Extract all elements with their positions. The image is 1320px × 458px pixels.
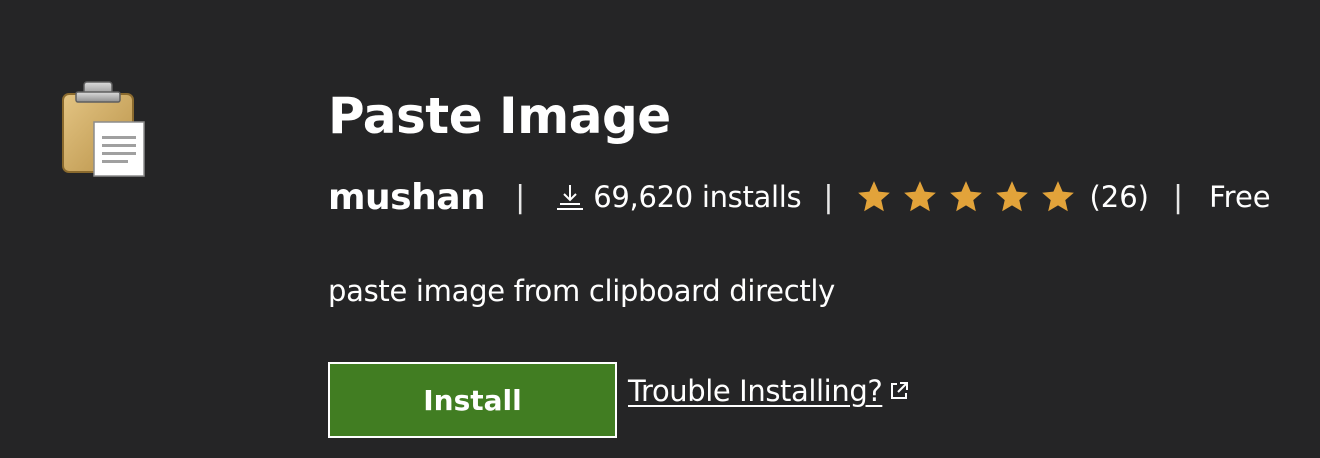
trouble-installing-label[interactable]: Trouble Installing? (628, 374, 883, 408)
trouble-installing-link[interactable]: Trouble Installing? (628, 374, 910, 408)
rating-stars[interactable]: (26) (855, 178, 1149, 216)
star-icon (950, 181, 983, 212)
install-count: 69,620 installs (553, 180, 802, 214)
extension-meta: mushan | 69,620 installs | (26) | Free (328, 172, 1271, 222)
rating-count: (26) (1089, 180, 1149, 214)
star-icon (1042, 181, 1075, 212)
extension-title: Paste Image (328, 87, 671, 145)
separator: | (823, 179, 834, 215)
star-icon (904, 181, 937, 212)
clipboard-icon (62, 81, 145, 177)
separator: | (515, 179, 526, 215)
download-icon (557, 185, 584, 210)
star-icon (858, 181, 891, 212)
install-count-text: 69,620 installs (593, 180, 802, 214)
external-link-icon (891, 382, 909, 399)
star-icon (996, 181, 1029, 212)
price-label: Free (1209, 180, 1271, 214)
install-button[interactable]: Install (328, 362, 617, 438)
publisher-name[interactable]: mushan (328, 177, 486, 218)
extension-description: paste image from clipboard directly (328, 274, 836, 308)
separator: | (1172, 179, 1184, 215)
